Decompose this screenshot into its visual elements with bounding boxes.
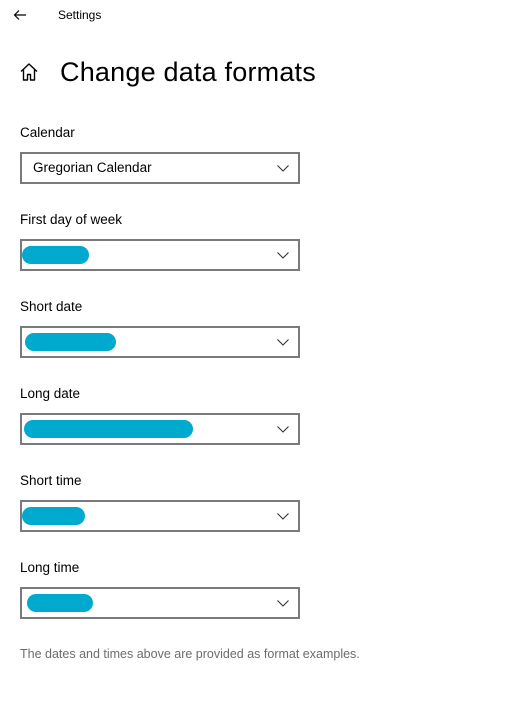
chevron-down-icon (277, 600, 289, 607)
redacted-value (24, 420, 193, 438)
long-time-field: Long time (20, 559, 300, 619)
chevron-down-icon (277, 252, 289, 259)
redacted-value (25, 333, 116, 351)
chevron-down-icon (277, 513, 289, 520)
short-date-dropdown[interactable] (20, 326, 300, 358)
short-time-field: Short time (20, 472, 300, 532)
chevron-down-icon (277, 339, 289, 346)
long-time-label: Long time (20, 560, 80, 575)
chevron-down-icon (277, 426, 289, 433)
format-examples-note: The dates and times above are provided a… (20, 647, 360, 661)
calendar-dropdown[interactable]: Gregorian Calendar (20, 152, 300, 184)
home-icon[interactable] (18, 61, 40, 83)
arrow-left-icon (13, 10, 26, 20)
calendar-value: Gregorian Calendar (33, 160, 152, 175)
short-date-field: Short date (20, 298, 300, 358)
app-title: Settings (58, 8, 102, 22)
chevron-down-icon (277, 165, 289, 172)
first-day-of-week-label: First day of week (20, 212, 123, 227)
page-header: Change data formats (18, 52, 316, 92)
redacted-value (27, 594, 93, 612)
long-time-dropdown[interactable] (20, 587, 300, 619)
title-bar: Settings (0, 0, 508, 30)
short-time-label: Short time (20, 473, 82, 488)
long-date-label: Long date (20, 386, 81, 401)
calendar-label: Calendar (20, 125, 75, 140)
long-date-dropdown[interactable] (20, 413, 300, 445)
first-day-of-week-dropdown[interactable] (20, 239, 300, 271)
redacted-value (22, 246, 89, 264)
calendar-field: Calendar Gregorian Calendar (20, 124, 300, 184)
first-day-of-week-field: First day of week (20, 211, 300, 271)
long-date-field: Long date (20, 385, 300, 445)
short-date-label: Short date (20, 299, 83, 314)
page-title: Change data formats (60, 56, 316, 87)
back-button[interactable] (8, 4, 32, 26)
short-time-dropdown[interactable] (20, 500, 300, 532)
redacted-value (22, 507, 85, 525)
